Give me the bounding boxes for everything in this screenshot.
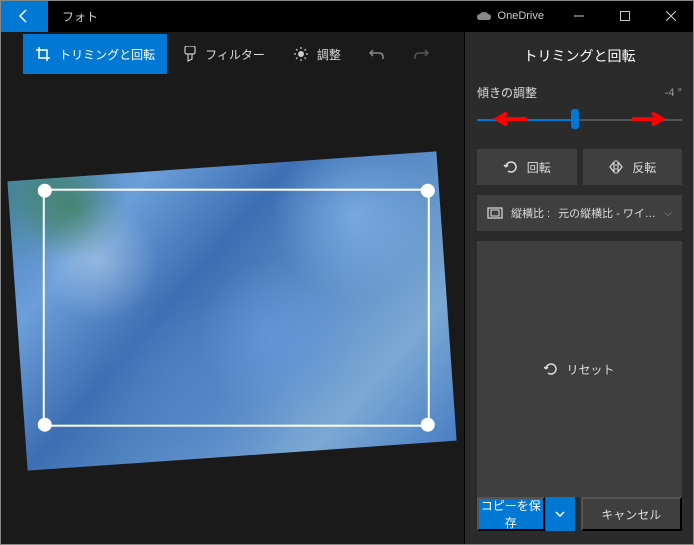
save-dropdown-button[interactable]: [545, 497, 575, 531]
reset-icon: [544, 362, 558, 376]
tab-label: トリミングと回転: [59, 46, 155, 63]
rotate-icon: [503, 159, 519, 175]
photo-wrapper: [7, 151, 456, 470]
slider-thumb[interactable]: [571, 109, 579, 129]
flip-button[interactable]: 反転: [583, 149, 683, 185]
side-panel: トリミングと回転 傾きの調整 -4 ° 回転 反転 縦横比 : 元の縦横比: [464, 32, 694, 545]
editor-area: トリミングと回転 フィルター 調整: [0, 32, 464, 545]
app-title: フォト: [62, 8, 98, 25]
tilt-slider[interactable]: [477, 107, 682, 131]
chevron-down-icon: [555, 511, 565, 517]
crop-handle-br[interactable]: [421, 417, 435, 431]
crop-handle-tl[interactable]: [38, 183, 52, 197]
cancel-button[interactable]: キャンセル: [581, 497, 683, 531]
editor-toolbar: トリミングと回転 フィルター 調整: [0, 32, 464, 76]
aspect-label: 縦横比 :: [511, 205, 550, 221]
flip-icon: [608, 160, 624, 174]
undo-icon: [369, 46, 385, 62]
maximize-button[interactable]: [602, 0, 648, 32]
reset-button[interactable]: リセット: [477, 241, 682, 497]
undo-button[interactable]: [357, 34, 397, 74]
canvas[interactable]: [0, 76, 464, 545]
filter-icon: [183, 46, 197, 62]
button-label: 反転: [632, 159, 656, 176]
panel-footer: コピーを保存 キャンセル: [477, 497, 682, 531]
tilt-label: 傾きの調整: [477, 84, 537, 101]
annotation-arrow-left: [493, 111, 527, 127]
close-icon: [666, 11, 676, 21]
back-button[interactable]: [0, 0, 48, 32]
adjust-icon: [293, 46, 309, 62]
crop-icon: [35, 46, 51, 62]
onedrive-label: OneDrive: [498, 10, 544, 22]
maximize-icon: [620, 11, 630, 21]
crop-handle-bl[interactable]: [38, 417, 52, 431]
redo-button[interactable]: [401, 34, 441, 74]
annotation-arrow-right: [632, 111, 666, 127]
arrow-left-icon: [16, 8, 32, 24]
redo-icon: [413, 46, 429, 62]
chevron-down-icon: ⌵: [664, 208, 672, 219]
tab-label: 調整: [317, 46, 341, 63]
close-button[interactable]: [648, 0, 694, 32]
aspect-value: 元の縦横比 - ワイド...: [558, 205, 656, 221]
aspect-ratio-dropdown[interactable]: 縦横比 : 元の縦横比 - ワイド... ⌵: [477, 195, 682, 231]
minimize-icon: [574, 11, 584, 21]
tab-crop-rotate[interactable]: トリミングと回転: [23, 34, 167, 74]
rotate-button[interactable]: 回転: [477, 149, 577, 185]
cloud-icon: [476, 11, 492, 21]
panel-title: トリミングと回転: [477, 46, 682, 66]
onedrive-status[interactable]: OneDrive: [464, 10, 556, 22]
titlebar: フォト OneDrive: [0, 0, 694, 32]
button-label: コピーを保存: [479, 497, 543, 531]
crop-frame[interactable]: [43, 188, 430, 426]
button-label: リセット: [566, 361, 614, 378]
tab-adjust[interactable]: 調整: [281, 34, 353, 74]
minimize-button[interactable]: [556, 0, 602, 32]
aspect-icon: [487, 207, 503, 219]
save-copy-button[interactable]: コピーを保存: [477, 497, 545, 531]
button-label: キャンセル: [601, 506, 661, 523]
tab-label: フィルター: [205, 46, 265, 63]
tilt-value: -4 °: [665, 87, 682, 99]
crop-handle-tr[interactable]: [421, 183, 435, 197]
tab-filter[interactable]: フィルター: [171, 34, 277, 74]
button-label: 回転: [527, 159, 551, 176]
